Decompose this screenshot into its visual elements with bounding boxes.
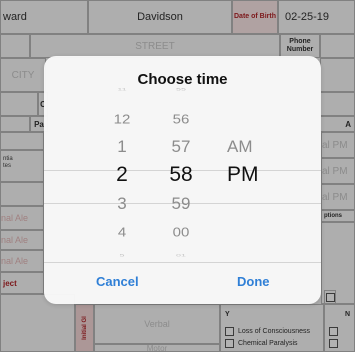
minute-option[interactable]: 59 [156,195,206,213]
hour-option[interactable]: 11 [97,85,147,93]
minute-option[interactable]: 55 [156,85,206,93]
minute-option[interactable]: 57 [156,138,206,156]
dialog-divider [44,262,321,263]
minute-option[interactable]: 00 [156,225,206,240]
minute-option[interactable]: 56 [156,112,206,127]
minute-option[interactable]: 01 [156,251,206,259]
hour-option[interactable]: 2 [97,164,147,185]
hour-option[interactable]: 4 [97,225,147,240]
time-picker-dialog: Choose time 11 12 1 2 3 4 5 55 56 57 58 59 00 01 AM P… [44,56,321,304]
done-button[interactable]: Done [237,274,270,289]
minute-option[interactable]: 58 [156,164,206,185]
hour-option[interactable]: 5 [97,251,147,259]
period-option[interactable]: PM [227,164,277,185]
cancel-button[interactable]: Cancel [96,274,139,289]
hour-option[interactable]: 12 [97,112,147,127]
hour-option[interactable]: 1 [97,138,147,156]
period-option[interactable]: AM [227,138,277,156]
hour-option[interactable]: 3 [97,195,147,213]
